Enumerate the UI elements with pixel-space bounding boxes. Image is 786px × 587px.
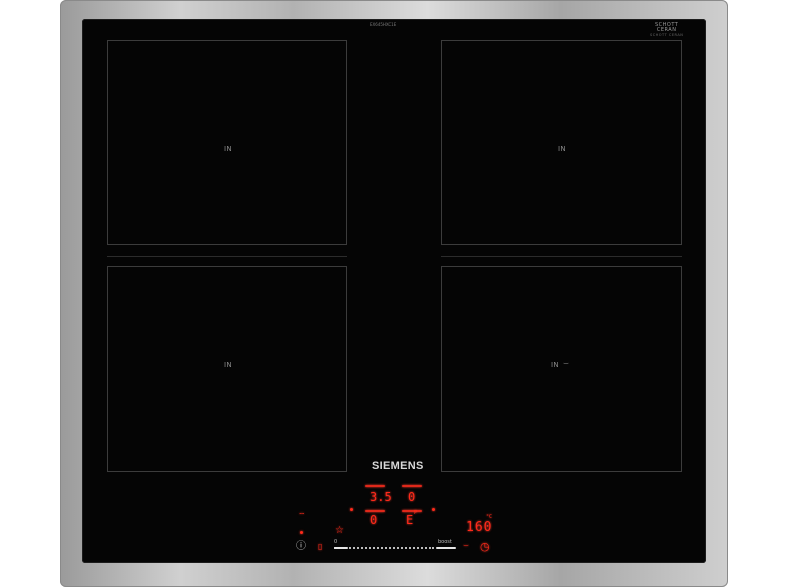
power-level-display[interactable]: 0 <box>408 490 415 504</box>
power-level-display[interactable]: 0 <box>370 513 377 527</box>
wifi-icon[interactable]: ⌔ <box>298 512 306 520</box>
zone-bridge-left <box>107 256 347 257</box>
timer-icon[interactable]: ◷ <box>480 541 490 552</box>
zone-select-marker[interactable] <box>365 485 385 487</box>
lock-icon[interactable]: ▯ <box>318 543 322 551</box>
slider-min-label: 0 <box>334 539 338 545</box>
zone-select-marker[interactable] <box>365 510 385 512</box>
zone-indicator-dot <box>350 508 353 511</box>
power-slider[interactable] <box>334 547 434 549</box>
zone-label: IN <box>224 361 232 369</box>
slider-max-label: boost <box>438 539 452 545</box>
cooking-zone-front-left[interactable]: IN <box>107 40 347 245</box>
power-icon[interactable]: ⓘ <box>296 542 306 552</box>
cooking-zone-front-right[interactable]: IN <box>441 40 682 245</box>
frying-pan-icon[interactable]: ⌣ <box>463 542 469 551</box>
wifi-status-dot <box>300 531 303 534</box>
glass-brand-logo: SCHOTT CERAN SCHOTT CERAN <box>650 23 683 38</box>
zone-select-marker[interactable] <box>402 510 422 512</box>
slider-position-marker <box>334 547 348 549</box>
cooking-zone-rear-right[interactable]: IN ⌣ <box>441 266 682 472</box>
frying-pan-icon: ⌣ <box>563 359 570 369</box>
zone-bridge-right <box>441 256 682 257</box>
residual-heat-indicator: P <box>414 510 418 516</box>
slider-end-marker <box>436 547 456 549</box>
power-level-display[interactable]: E <box>406 513 413 527</box>
cooking-zone-rear-left[interactable]: IN <box>107 266 347 472</box>
model-code: EX645HXC1E <box>370 22 397 27</box>
zone-label: IN <box>558 145 566 153</box>
power-level-display[interactable]: 3.5 <box>370 490 392 504</box>
zone-label: IN <box>551 361 559 369</box>
zone-indicator-dot <box>432 508 435 511</box>
zone-label: IN <box>224 145 232 153</box>
star-icon[interactable]: ☆ <box>335 526 344 536</box>
zone-select-marker[interactable] <box>402 485 422 487</box>
glass-brand-sub: SCHOTT CERAN <box>650 33 684 37</box>
temperature-display[interactable]: 160 <box>466 520 492 535</box>
brand-logo: SIEMENS <box>372 460 424 472</box>
